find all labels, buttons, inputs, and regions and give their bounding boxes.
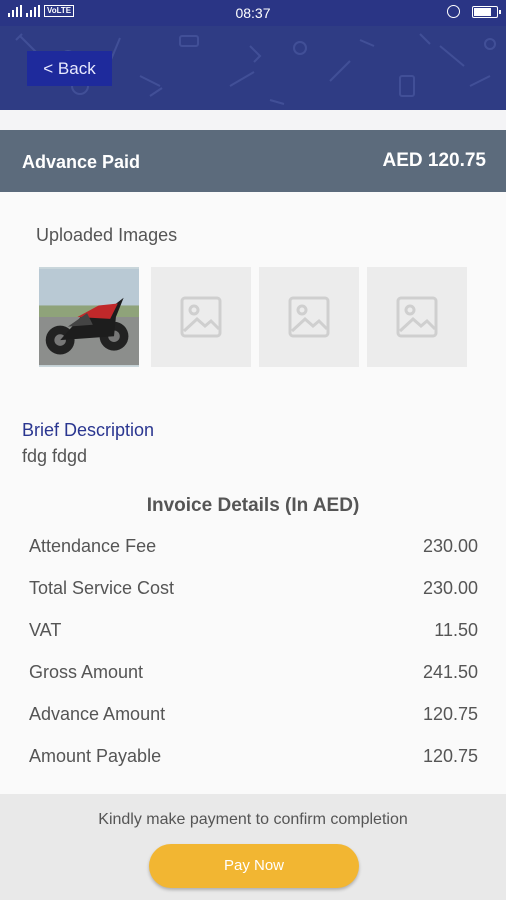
pay-now-button[interactable]: Pay Now bbox=[149, 844, 359, 888]
brief-description-text: fdg fdgd bbox=[22, 446, 88, 466]
payment-footer: Kindly make payment to confirm completio… bbox=[0, 794, 506, 900]
invoice-row-gross-amount: Gross Amount 241.50 bbox=[29, 662, 478, 686]
image-placeholder-icon bbox=[396, 296, 438, 338]
image-placeholder-icon bbox=[180, 296, 222, 338]
status-bar: VoLTE 08:37 bbox=[0, 0, 506, 26]
advance-paid-amount: AED 120.75 bbox=[382, 150, 486, 171]
image-placeholder-4[interactable] bbox=[367, 267, 467, 367]
invoice-row-label: Amount Payable bbox=[29, 746, 162, 766]
invoice-row-value: 120.75 bbox=[422, 746, 478, 766]
header-spacer bbox=[0, 110, 506, 130]
brief-description-title: Brief Description bbox=[22, 420, 155, 440]
invoice-row-label: Gross Amount bbox=[29, 662, 144, 682]
image-placeholder-icon bbox=[288, 296, 330, 338]
invoice-row-value: 230.00 bbox=[422, 578, 478, 598]
battery-icon bbox=[472, 5, 501, 18]
invoice-row-label: Advance Amount bbox=[29, 704, 166, 724]
advance-paid-bar: Advance Paid AED 120.75 bbox=[0, 130, 506, 192]
invoice-row-label: VAT bbox=[29, 620, 62, 640]
invoice-row-value: 11.50 bbox=[434, 620, 478, 640]
image-placeholder-2[interactable] bbox=[151, 267, 251, 367]
invoice-row-advance-amount: Advance Amount 120.75 bbox=[29, 704, 478, 728]
invoice-details-title: Invoice Details (In AED) bbox=[146, 495, 360, 516]
payment-note: Kindly make payment to confirm completio… bbox=[98, 811, 408, 828]
uploaded-image-1[interactable] bbox=[39, 267, 139, 367]
invoice-row-amount-payable: Amount Payable 120.75 bbox=[29, 746, 478, 770]
invoice-row-value: 120.75 bbox=[422, 704, 478, 724]
invoice-row-label: Total Service Cost bbox=[29, 578, 175, 598]
invoice-row-label: Attendance Fee bbox=[29, 536, 157, 556]
alarm-icon bbox=[447, 5, 460, 18]
invoice-row-attendance-fee: Attendance Fee 230.00 bbox=[29, 536, 478, 560]
back-button[interactable]: < Back bbox=[27, 51, 112, 86]
motorcycle-photo bbox=[39, 268, 139, 366]
invoice-row-vat: VAT 11.50 bbox=[29, 620, 478, 644]
invoice-row-value: 241.50 bbox=[422, 662, 478, 682]
status-time: 08:37 bbox=[235, 5, 271, 21]
image-placeholder-3[interactable] bbox=[259, 267, 359, 367]
advance-paid-label: Advance Paid bbox=[22, 152, 141, 172]
invoice-row-total-service-cost: Total Service Cost 230.00 bbox=[29, 578, 478, 602]
invoice-row-value: 230.00 bbox=[422, 536, 478, 556]
app-header: < Back bbox=[0, 26, 506, 110]
uploaded-images-title: Uploaded Images bbox=[36, 225, 178, 245]
job-details-content: Uploaded Images Brief Description fdg fd… bbox=[0, 192, 506, 794]
